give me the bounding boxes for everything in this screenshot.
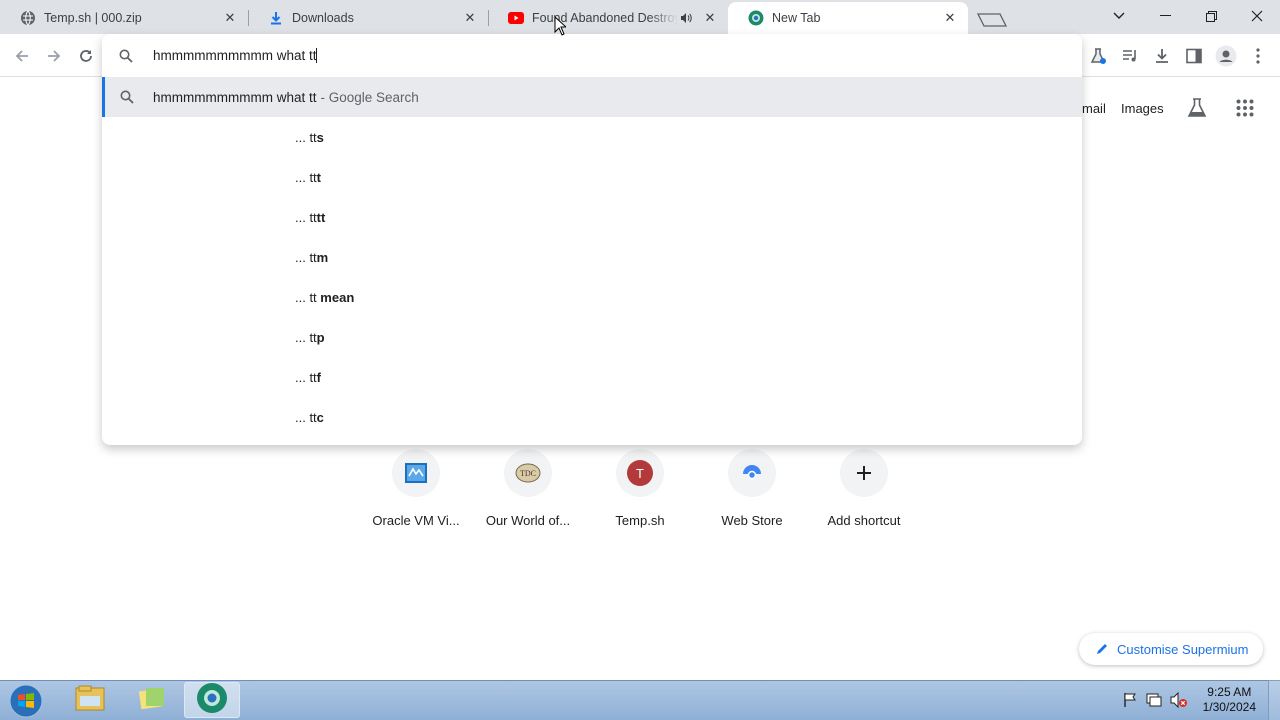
apps-grid-icon[interactable] (1236, 99, 1256, 119)
shortcut-label: Add shortcut (827, 513, 901, 528)
tab-title: Temp.sh | 000.zip (44, 11, 142, 25)
minimize-button[interactable] (1142, 0, 1188, 32)
search-icon (119, 49, 133, 63)
restore-button[interactable] (1188, 0, 1234, 32)
labs-icon[interactable] (1086, 44, 1110, 68)
supermium-icon (748, 10, 764, 26)
shortcut-our-world[interactable]: TDC Our World of... (472, 449, 584, 539)
suggestion-item[interactable]: ... tt mean (295, 277, 354, 317)
system-clock[interactable]: 9:25 AM 1/30/2024 (1203, 685, 1256, 715)
search-icon (120, 90, 134, 104)
globe-icon (20, 10, 36, 26)
taskbar-notes[interactable] (124, 682, 180, 718)
side-panel-icon[interactable] (1182, 44, 1206, 68)
tab-strip: Temp.sh | 000.zip ✕ Downloads ✕ Found Ab… (0, 0, 1280, 34)
profile-avatar-icon[interactable] (1214, 44, 1238, 68)
network-icon[interactable] (1146, 692, 1162, 708)
svg-text:TDC: TDC (520, 469, 536, 478)
downloads-icon[interactable] (1150, 44, 1174, 68)
gmail-link[interactable]: mail (1082, 101, 1106, 116)
shortcut-web-store[interactable]: Web Store (696, 449, 808, 539)
suggestion-suffix: - Google Search (320, 89, 419, 105)
suggestion-item[interactable]: ... tt p (295, 317, 325, 357)
plus-icon (840, 449, 888, 497)
suggestion-item[interactable]: ... tt m (295, 237, 328, 277)
taskbar-explorer[interactable] (62, 682, 118, 718)
tab-temp-sh[interactable]: Temp.sh | 000.zip ✕ (0, 2, 248, 34)
close-icon[interactable]: ✕ (942, 10, 958, 26)
tab-youtube[interactable]: Found Abandoned Destroyed ✕ (488, 2, 728, 34)
mouse-cursor-icon (554, 15, 568, 36)
customise-label: Customise Supermium (1117, 641, 1249, 657)
suggestion-item[interactable]: ... tt tt (295, 197, 325, 237)
suggestion-item[interactable]: ... tt t (295, 157, 321, 197)
suggestion-google-search[interactable]: hmmmmmmmmmm what tt - Google Search (102, 77, 1082, 117)
tab-search-button[interactable] (1096, 0, 1142, 32)
suggestion-item[interactable]: ... tt c (295, 397, 324, 437)
show-desktop-button[interactable] (1268, 680, 1280, 720)
virtualbox-icon (392, 449, 440, 497)
images-link[interactable]: Images (1121, 101, 1164, 116)
volume-muted-icon[interactable] (1170, 691, 1187, 709)
shortcut-label: Web Store (721, 513, 783, 528)
labs-flask-icon[interactable] (1186, 97, 1210, 121)
omnibox-input[interactable]: hmmmmmmmmmm what tt (102, 34, 1082, 77)
new-tab-button[interactable] (976, 6, 1008, 28)
shortcut-temp-sh[interactable]: T Temp.sh (584, 449, 696, 539)
shortcut-oracle-vm[interactable]: Oracle VM Vi... (360, 449, 472, 539)
forward-button[interactable] (40, 42, 68, 70)
tab-title: Downloads (292, 11, 354, 25)
clock-time: 9:25 AM (1207, 685, 1252, 699)
reload-button[interactable] (72, 42, 100, 70)
letter-t-icon: T (616, 449, 664, 497)
shortcut-label: Oracle VM Vi... (372, 513, 460, 528)
suggestion-item[interactable]: ... tt s (295, 117, 324, 157)
suggestion-item[interactable]: ... tt f (295, 357, 321, 397)
letter-avatar: T (627, 460, 653, 486)
sticky-notes-icon (136, 684, 168, 717)
tab-downloads[interactable]: Downloads ✕ (248, 2, 488, 34)
shortcut-label: Temp.sh (615, 513, 665, 528)
flag-icon[interactable] (1122, 692, 1138, 708)
omnibox-query: hmmmmmmmmmm what tt (153, 47, 318, 64)
tab-title: New Tab (772, 11, 821, 25)
pencil-icon (1095, 642, 1109, 656)
customise-button[interactable]: Customise Supermium (1079, 633, 1263, 665)
folder-icon (74, 684, 106, 717)
omnibox-popup: hmmmmmmmmmm what tt hmmmmmmmmmm what tt … (102, 34, 1082, 445)
speaker-icon[interactable] (678, 10, 694, 26)
start-button[interactable] (6, 682, 46, 720)
taskbar-supermium[interactable] (184, 682, 240, 718)
tab-new-tab[interactable]: New Tab ✕ (728, 2, 968, 34)
close-icon[interactable]: ✕ (222, 10, 238, 26)
youtube-icon (508, 10, 524, 26)
close-icon[interactable]: ✕ (702, 10, 718, 26)
download-icon (268, 10, 284, 26)
close-icon[interactable]: ✕ (462, 10, 478, 26)
suggestion-query: hmmmmmmmmmm what tt (153, 89, 317, 105)
shortcut-add[interactable]: Add shortcut (808, 449, 920, 539)
webstore-icon (728, 449, 776, 497)
site-icon: TDC (504, 449, 552, 497)
shortcut-label: Our World of... (485, 513, 571, 528)
close-window-button[interactable] (1234, 0, 1280, 32)
clock-date: 1/30/2024 (1202, 700, 1256, 714)
supermium-icon (196, 682, 228, 719)
kebab-menu-icon[interactable] (1246, 44, 1270, 68)
media-controls-icon[interactable] (1118, 44, 1142, 68)
back-button[interactable] (8, 42, 36, 70)
